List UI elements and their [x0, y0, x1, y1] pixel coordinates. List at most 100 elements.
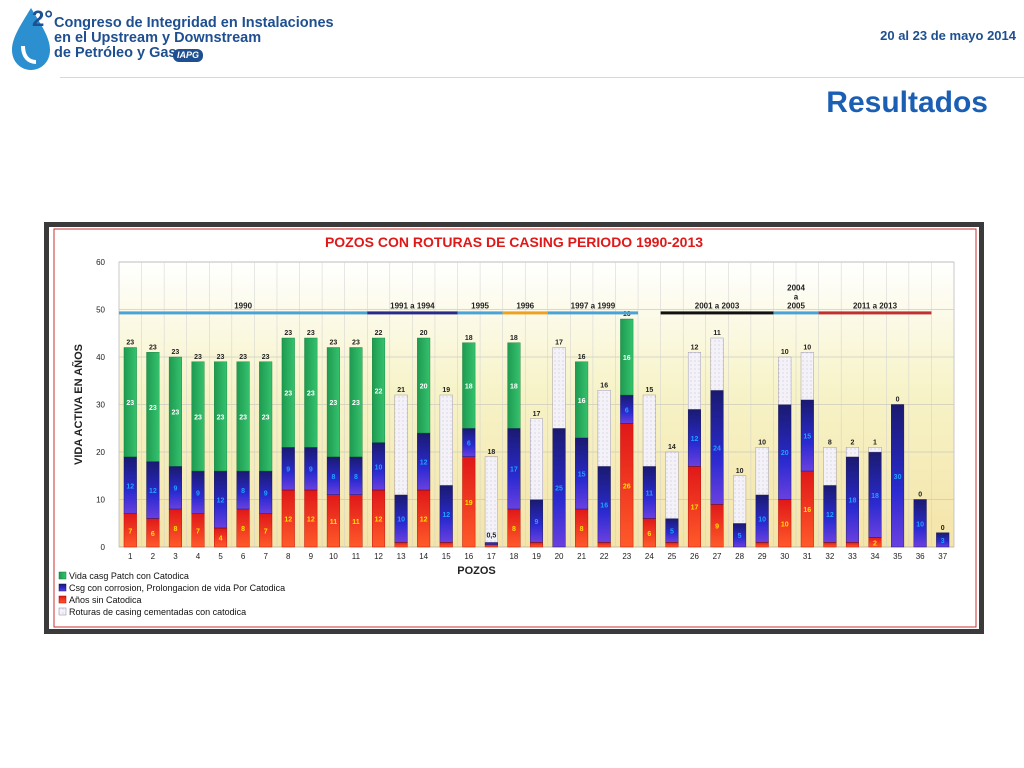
period-bar [660, 311, 774, 315]
y-tick-label: 40 [96, 353, 105, 362]
bar-value-label: 2 [873, 540, 877, 547]
bar-value-label: 18 [849, 498, 857, 505]
x-axis-label: POZOS [457, 565, 496, 577]
bar-value-label: 23 [352, 400, 360, 407]
bar-total-label: 21 [397, 387, 405, 394]
bar-value-label: 9 [173, 486, 177, 493]
bar-value-label: 9 [715, 524, 719, 531]
bar-segment-4 [733, 475, 747, 524]
bar-value-label: 23 [217, 414, 225, 421]
bar-total-label: 23 [239, 354, 247, 361]
bar-total-label: 17 [533, 411, 541, 418]
bar-value-label: 6 [647, 531, 651, 538]
bar-value-label: 8 [580, 526, 584, 533]
bar-segment-4 [529, 418, 544, 500]
bar-total-label: 10 [803, 344, 811, 351]
bar-value-label: 23 [307, 391, 315, 398]
iapg-badge: IAPG [173, 49, 203, 62]
bar-segment-2 [484, 542, 498, 545]
x-tick-label: 3 [173, 552, 178, 561]
bar-total-label: 23 [352, 340, 360, 347]
x-tick-label: 16 [464, 552, 473, 561]
bar-value-label: 22 [375, 388, 383, 395]
bar-segment-4 [823, 447, 837, 486]
bar-segment-4 [552, 347, 566, 429]
bar-total-label: 15 [645, 387, 653, 394]
x-tick-label: 7 [263, 552, 268, 561]
bar-value-label: 23 [126, 400, 134, 407]
bar-value-label: 23 [172, 410, 180, 417]
x-tick-label: 4 [196, 552, 201, 561]
period-label: 2001 a 2003 [695, 301, 740, 310]
period-label: a [794, 292, 799, 301]
bar-value-label: 17 [691, 505, 699, 512]
bar-total-label: 16 [600, 382, 608, 389]
bar-total-label: 18 [465, 335, 473, 342]
bar-value-label: 6 [625, 407, 629, 414]
period-bar [818, 311, 932, 315]
bar-value-label: 8 [354, 474, 358, 481]
bar-total-label: 19 [442, 387, 450, 394]
bar-segment-1 [823, 542, 837, 548]
bar-segment-4 [710, 337, 724, 391]
bar-segment-1 [755, 542, 769, 548]
period-label: 1995 [471, 301, 489, 310]
y-tick-label: 30 [96, 401, 105, 410]
y-axis-label: VIDA ACTIVA EN AÑOS [72, 344, 85, 465]
bar-value-label: 23 [262, 414, 270, 421]
bar-total-label: 22 [375, 330, 383, 337]
bar-segment-1 [394, 542, 408, 548]
bar-value-label: 12 [284, 517, 292, 524]
period-bar [502, 311, 548, 315]
bar-segment-4 [394, 394, 408, 495]
bar-value-label: 9 [264, 490, 268, 497]
bar-value-label: 7 [196, 528, 200, 535]
bar-total-label: 12 [691, 344, 699, 351]
bar-segment-4 [778, 356, 792, 405]
bar-value-label: 12 [307, 517, 315, 524]
bar-total-label: 8 [828, 439, 832, 446]
bar-total-label: 11 [713, 330, 721, 337]
bar-value-label: 30 [894, 474, 902, 481]
x-tick-label: 5 [218, 552, 223, 561]
bar-value-label: 9 [196, 490, 200, 497]
bar-value-label: 16 [578, 398, 586, 405]
bar-segment-4 [642, 394, 656, 467]
chart-frame: POZOS CON ROTURAS DE CASING PERIODO 1990… [44, 222, 984, 634]
y-tick-label: 20 [96, 448, 105, 457]
bar-segment-1 [439, 542, 453, 548]
bar-value-label: 12 [217, 498, 225, 505]
bar-value-label: 12 [375, 517, 383, 524]
x-tick-label: 13 [397, 552, 406, 561]
x-tick-label: 30 [780, 552, 789, 561]
bar-value-label: 16 [803, 507, 811, 514]
bar-value-label: 4 [219, 536, 223, 543]
period-label: 2004 [787, 283, 805, 292]
x-tick-label: 29 [758, 552, 767, 561]
x-tick-label: 18 [509, 552, 518, 561]
legend-label: Roturas de casing cementadas con catodic… [69, 607, 246, 617]
legend-swatch [58, 571, 67, 580]
bar-value-label: 5 [670, 528, 674, 535]
bar-segment-1 [665, 542, 679, 548]
bar-value-label: 5 [738, 533, 742, 540]
legend-swatch [58, 595, 67, 604]
bar-total-label: 14 [668, 444, 676, 451]
y-tick-label: 50 [96, 306, 105, 315]
bar-value-label: 8 [241, 526, 245, 533]
bar-value-label: 12 [691, 436, 699, 443]
bar-value-label: 12 [126, 483, 134, 490]
y-tick-label: 10 [96, 496, 105, 505]
bar-segment-1 [484, 544, 498, 548]
bar-total-label: 23 [149, 344, 157, 351]
bar-value-label: 12 [420, 517, 428, 524]
period-label: 1991 a 1994 [390, 301, 435, 310]
x-tick-label: 32 [825, 552, 834, 561]
drop-logo-icon: 2° [12, 6, 53, 70]
bar-value-label: 20 [420, 384, 428, 391]
bar-total-label: 23 [284, 330, 292, 337]
x-tick-label: 24 [645, 552, 654, 561]
bar-total-label: 10 [781, 349, 789, 356]
x-tick-label: 6 [241, 552, 246, 561]
bar-value-label: 9 [286, 467, 290, 474]
